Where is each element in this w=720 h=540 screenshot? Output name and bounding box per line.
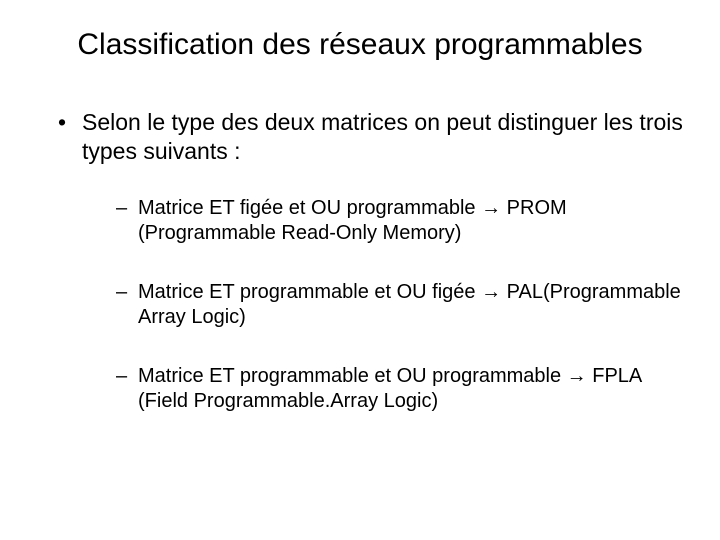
item-text-before: Matrice ET programmable et OU figée xyxy=(138,281,481,303)
bullet-item-intro: Selon le type des deux matrices on peut … xyxy=(58,108,692,414)
bullet-list-level2: Matrice ET figée et OU programmable → PR… xyxy=(82,196,692,414)
arrow-right-icon: → xyxy=(481,281,501,303)
bullet-intro-text: Selon le type des deux matrices on peut … xyxy=(82,109,683,164)
list-item: Matrice ET figée et OU programmable → PR… xyxy=(116,196,692,246)
arrow-right-icon: → xyxy=(567,365,587,387)
list-item: Matrice ET programmable et OU figée → PA… xyxy=(116,280,692,330)
list-item: Matrice ET programmable et OU programmab… xyxy=(116,364,692,414)
arrow-right-icon: → xyxy=(481,197,501,219)
slide-title: Classification des réseaux programmables xyxy=(28,28,692,62)
slide: Classification des réseaux programmables… xyxy=(0,0,720,540)
item-text-before: Matrice ET figée et OU programmable xyxy=(138,197,481,219)
item-text-before: Matrice ET programmable et OU programmab… xyxy=(138,365,567,387)
bullet-list-level1: Selon le type des deux matrices on peut … xyxy=(28,108,692,414)
